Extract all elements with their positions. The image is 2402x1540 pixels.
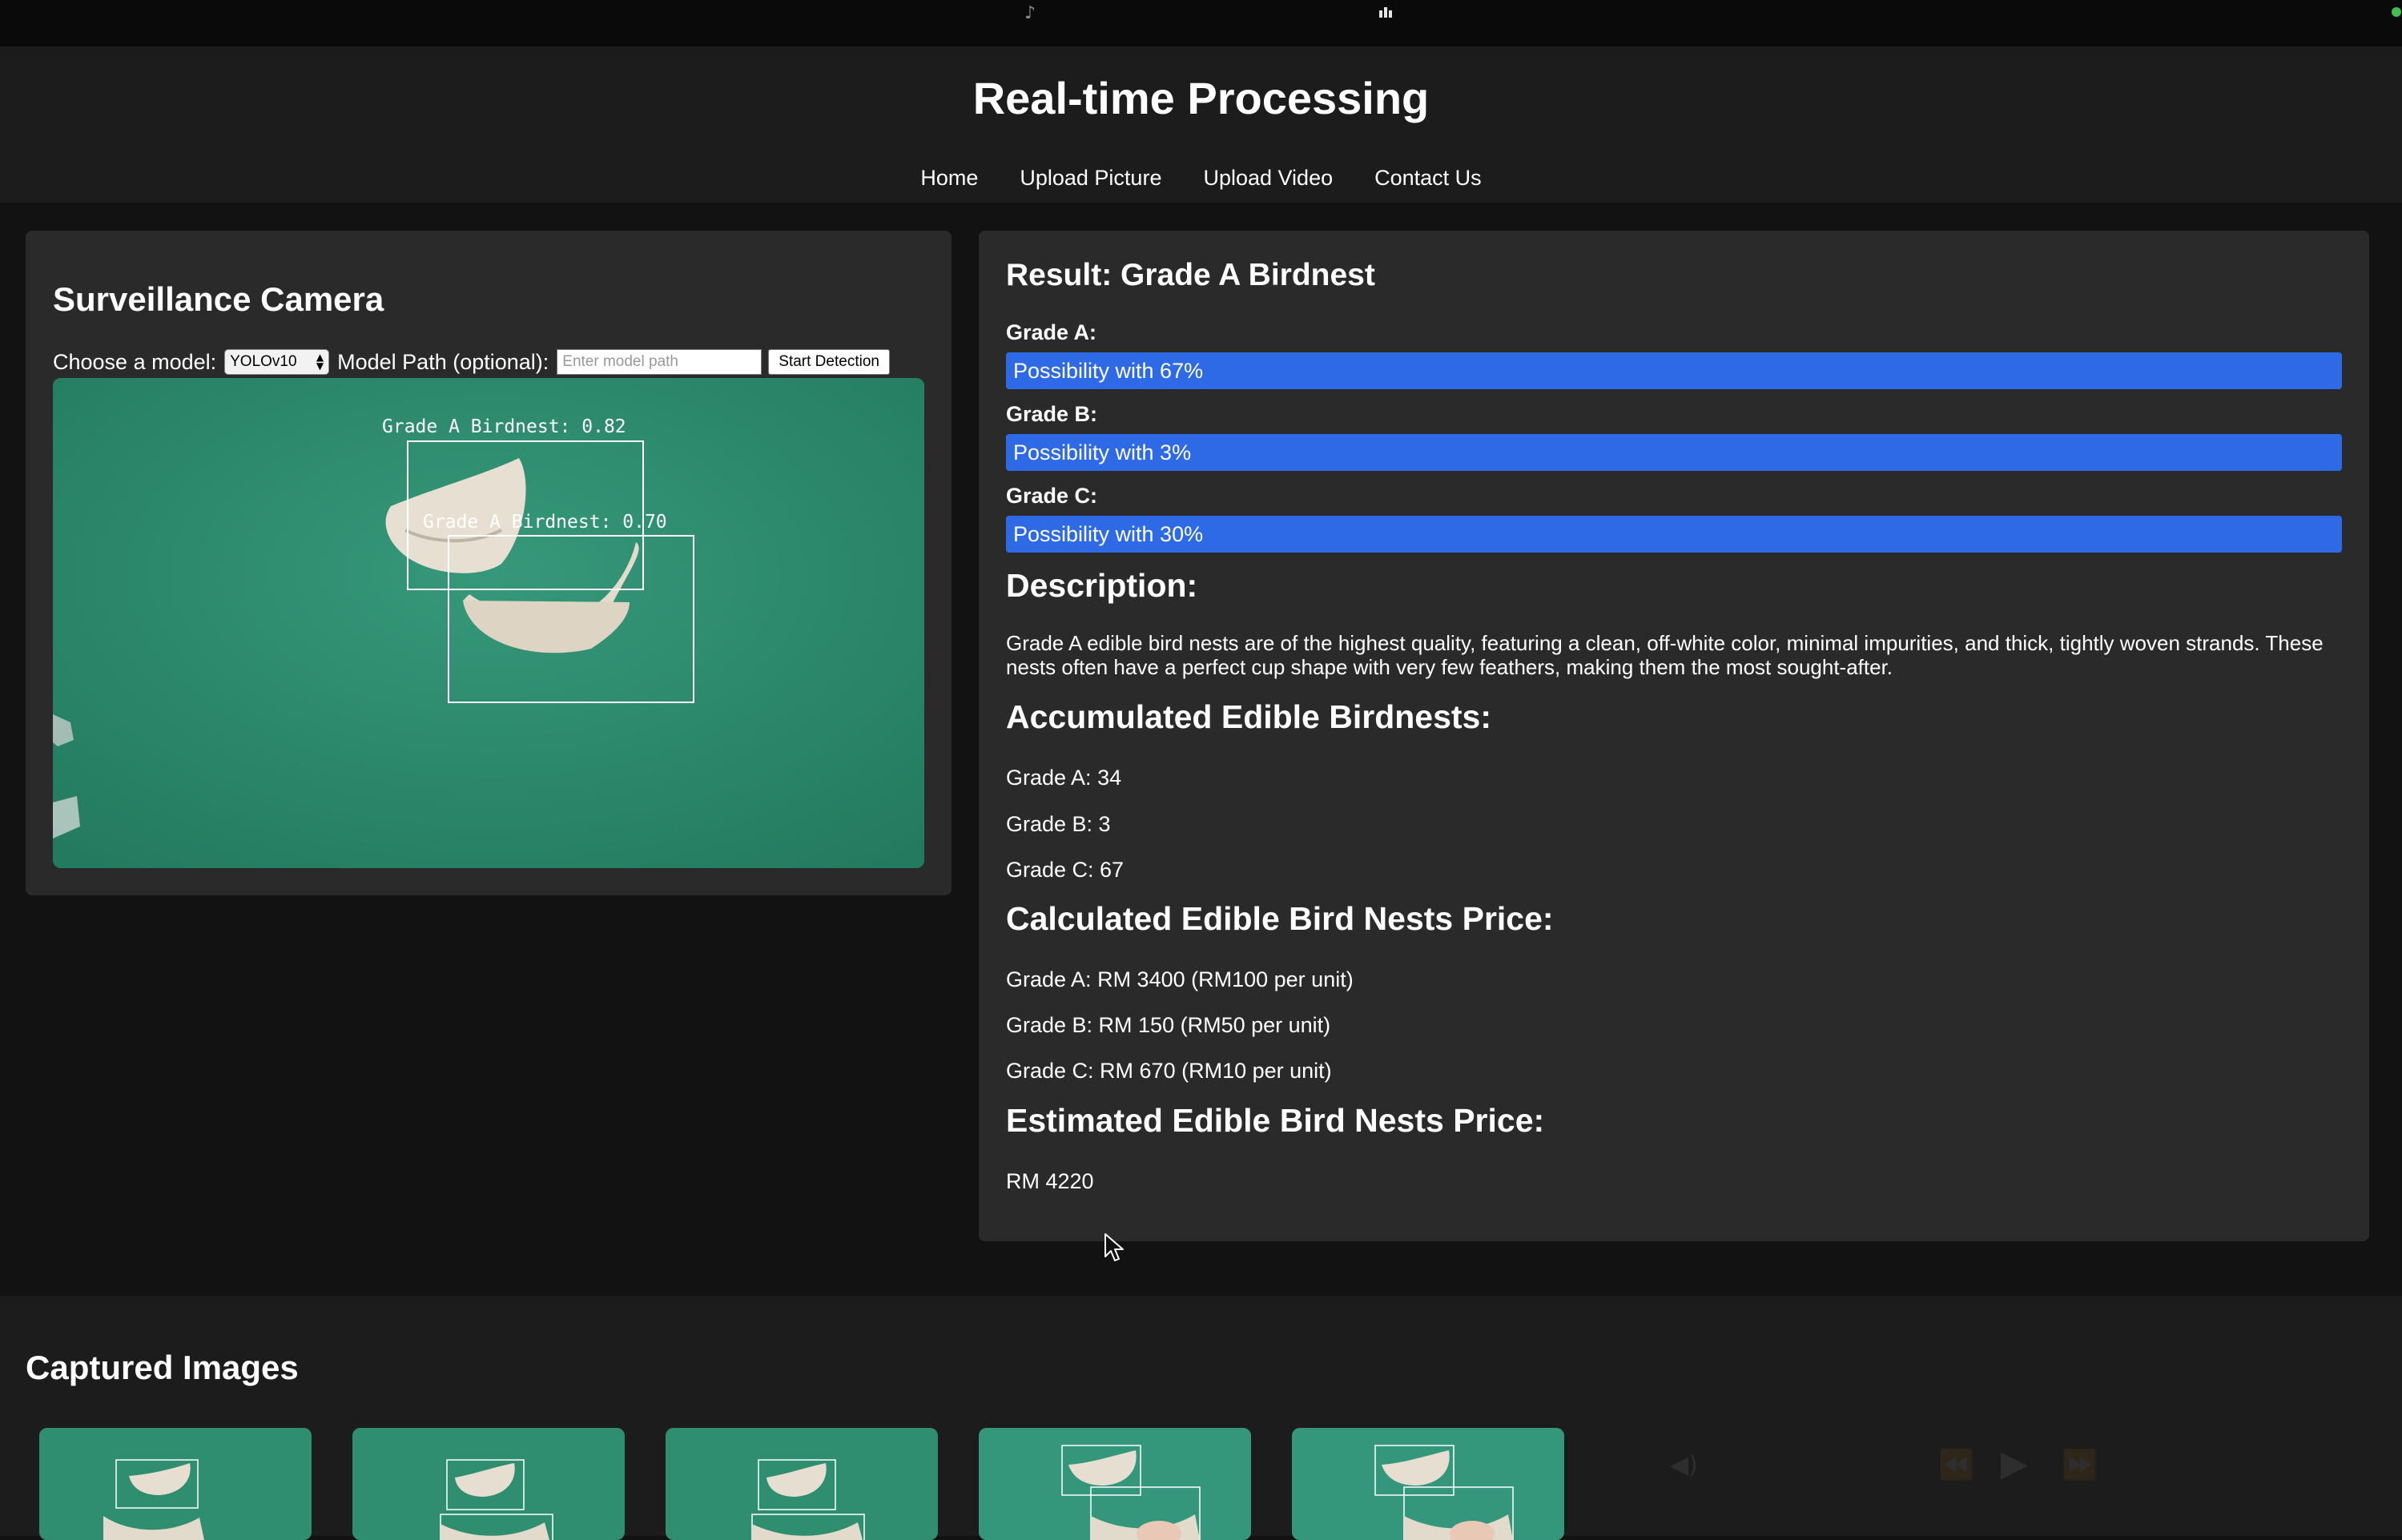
estimated-price-value: RM 4220 [1006,1169,1094,1193]
calculated-price-heading: Calculated Edible Bird Nests Price: [1006,900,1554,937]
main-nav: Home Upload Picture Upload Video Contact… [0,162,2402,194]
camera-feed: Grade A Birdnest: 0.82 Grade A Birdnest:… [53,378,924,868]
grade-a-bar-text: Possibility with 67% [1013,359,1204,383]
audio-bars-icon [1378,3,1394,21]
result-panel: Result: Grade A Birdnest Grade A: Possib… [979,231,2369,1241]
estimated-price-heading: Estimated Edible Bird Nests Price: [1006,1102,1545,1139]
calculated-grade-b: Grade B: RM 150 (RM50 per unit) [1006,1013,1331,1037]
captured-image-thumbnail[interactable] [1292,1428,1564,1540]
calculated-grade-c: Grade C: RM 670 (RM10 per unit) [1006,1059,1332,1083]
camera-frame-image: Grade A Birdnest: 0.82 Grade A Birdnest:… [53,378,924,868]
model-label: Choose a model: [53,349,217,374]
captured-image-thumbnail[interactable] [979,1428,1251,1540]
accumulated-heading: Accumulated Edible Birdnests: [1006,698,1492,735]
select-arrows-icon: ▲ ▼ [316,352,324,372]
captured-images-section: Captured Images ◀) ⏪ ▶ ⏩ [0,1296,2402,1540]
nav-home-link[interactable]: Home [920,162,978,194]
detection-controls: Choose a model: YOLOv10 ▲ ▼ Model Path (o… [53,348,890,376]
grade-c-probability-bar: Possibility with 30% [1006,516,2342,553]
captured-image-thumbnail[interactable] [352,1428,625,1540]
model-path-label: Model Path (optional): [337,349,549,374]
detection-label-1: Grade A Birdnest: 0.82 [382,416,626,437]
model-select-value: YOLOv10 [230,353,297,370]
captured-image-thumbnail[interactable] [666,1428,938,1540]
start-detection-button[interactable]: Start Detection [768,349,890,375]
grade-b-probability-bar: Possibility with 3% [1006,434,2342,471]
nav-upload-picture-link[interactable]: Upload Picture [1020,162,1161,194]
model-path-input[interactable]: Enter model path [557,349,762,375]
description-text: Grade A edible bird nests are of the hig… [1006,631,2324,679]
fast-forward-icon: ⏩ [2062,1449,2098,1482]
rewind-icon: ⏪ [1938,1449,1974,1482]
description-heading: Description: [1006,567,1198,604]
music-note-icon: ♪ [1024,3,1036,23]
grade-a-label: Grade A: [1006,320,1097,344]
system-menu-bar: ♪ [0,0,2402,47]
captured-image-thumbnail[interactable] [39,1428,312,1540]
grade-b-bar-text: Possibility with 3% [1013,440,1192,464]
captured-images-heading: Captured Images [26,1349,299,1386]
accumulated-grade-a: Grade A: 34 [1006,766,1122,790]
grade-a-probability-bar: Possibility with 67% [1006,352,2342,389]
status-dot-icon [2392,7,2401,17]
camera-panel: Surveillance Camera Choose a model: YOLO… [26,231,952,895]
model-select[interactable]: YOLOv10 ▲ ▼ [224,349,330,375]
calculated-grade-a: Grade A: RM 3400 (RM100 per unit) [1006,967,1354,991]
camera-heading: Surveillance Camera [53,280,384,318]
grade-b-label: Grade B: [1006,402,1098,426]
play-icon: ▶ [2001,1443,2028,1484]
volume-icon: ◀) [1670,1451,1698,1479]
grade-c-bar-text: Possibility with 30% [1013,522,1204,546]
page-title: Real-time Processing [972,73,1430,123]
site-header: Real-time Processing Home Upload Picture… [0,46,2402,203]
nav-upload-video-link[interactable]: Upload Video [1203,162,1333,194]
mouse-pointer-icon [1104,1233,1124,1261]
detection-label-2: Grade A Birdnest: 0.70 [423,512,667,533]
grade-c-label: Grade C: [1006,484,1098,508]
accumulated-grade-b: Grade B: 3 [1006,812,1111,836]
accumulated-grade-c: Grade C: 67 [1006,858,1125,882]
result-title: Result: Grade A Birdnest [1006,258,1375,292]
nav-contact-us-link[interactable]: Contact Us [1374,162,1482,194]
